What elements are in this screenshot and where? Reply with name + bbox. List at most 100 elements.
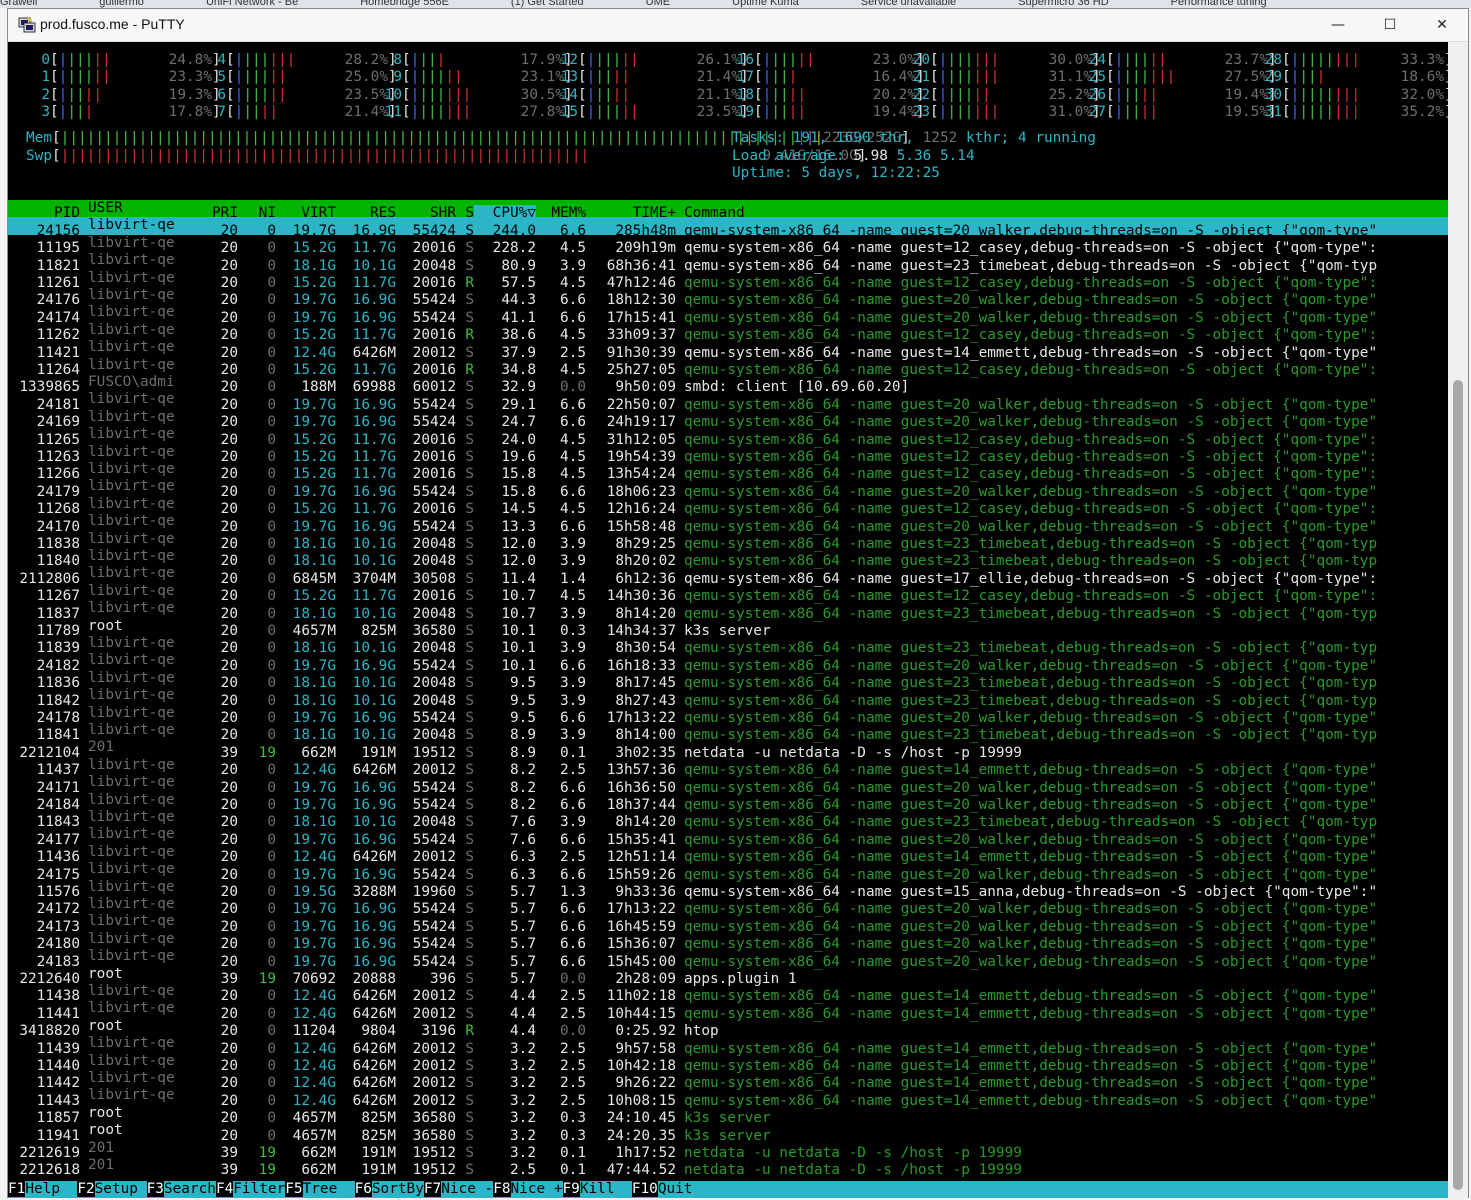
- table-row[interactable]: 24169 libvirt-qe 20 0 19.7G 16.9G 55424 S 24.7 6.…: [8, 409, 1448, 430]
- table-row[interactable]: 11576 libvirt-qe 20 0 19.5G 3288M 19960 S 5.7 1.3…: [8, 879, 1448, 900]
- table-row[interactable]: 11268 libvirt-qe 20 0 15.2G 11.7G 20016 S 14.5 4.…: [8, 496, 1448, 517]
- table-row[interactable]: 2212640 root 39 19 70692 20888 396 S 5.7 0.0 2h28:…: [8, 966, 1448, 987]
- title-bar[interactable]: prod.fusco.me - PuTTY — ☐ ✕: [8, 9, 1468, 42]
- table-row[interactable]: 24177 libvirt-qe 20 0 19.7G 16.9G 55424 S 7.6 6.6…: [8, 826, 1448, 847]
- close-button[interactable]: ✕: [1416, 9, 1468, 41]
- table-row[interactable]: 3418820 root 20 0 11204 9804 3196 R 4.4 0.0 0:25.9…: [8, 1018, 1448, 1039]
- table-row[interactable]: 11843 libvirt-qe 20 0 18.1G 10.1G 20048 S 7.6 3.9…: [8, 809, 1448, 830]
- bookmark-item[interactable]: Uptime Kuma: [732, 0, 799, 8]
- fkey-f4[interactable]: F4: [215, 1181, 234, 1197]
- table-row[interactable]: 24179 libvirt-qe 20 0 19.7G 16.9G 55424 S 15.8 6.…: [8, 478, 1448, 499]
- table-row[interactable]: 24178 libvirt-qe 20 0 19.7G 16.9G 55424 S 9.5 6.6…: [8, 704, 1448, 726]
- table-row[interactable]: 24181 libvirt-qe 20 0 19.7G 16.9G 55424 S 29.1 6.…: [8, 391, 1448, 412]
- fkey-label[interactable]: Nice -: [441, 1181, 493, 1197]
- table-row[interactable]: 11264 libvirt-qe 20 0 15.2G 11.7G 20016 R 34.8 4.…: [8, 357, 1448, 378]
- table-row[interactable]: 24183 libvirt-qe 20 0 19.7G 16.9G 55424 S 5.7 6.6…: [8, 948, 1448, 969]
- table-row[interactable]: 24170 libvirt-qe 20 0 19.7G 16.9G 55424 S 13.3 6.…: [8, 513, 1448, 534]
- table-row[interactable]: 2212618 201 39 19 662M 191M 19512 S 2.5 0.1 47:44.…: [8, 1157, 1448, 1178]
- scrollbar[interactable]: [1448, 42, 1468, 1198]
- table-row[interactable]: 11443 libvirt-qe 20 0 12.4G 6426M 20012 S 3.2 2.5…: [8, 1087, 1448, 1108]
- process-table-header[interactable]: PID USER PRI NI VIRT RES SHR S CPU%▽ MEM% TIME+ Com…: [8, 200, 1448, 223]
- table-row[interactable]: 11838 libvirt-qe 20 0 18.1G 10.1G 20048 S 12.0 3.…: [8, 531, 1448, 552]
- fkey-f7[interactable]: F7: [423, 1181, 442, 1197]
- table-row[interactable]: 11789 root 20 0 4657M 825M 36580 S 10.1 0.3 14h34:…: [8, 618, 1448, 639]
- fkey-label[interactable]: Setup: [95, 1181, 147, 1197]
- table-row[interactable]: 11839 libvirt-qe 20 0 18.1G 10.1G 20048 S 10.1 3.…: [8, 635, 1448, 656]
- terminal-area[interactable]: 0[|||||| 24.8%] 1[|||||| 23.3%] 2[||||| 19.3%…: [8, 42, 1448, 1198]
- table-row[interactable]: 2212619 201 39 19 662M 191M 19512 S 3.2 0.1 1h17:5…: [8, 1140, 1448, 1161]
- table-row[interactable]: 2212104 201 39 19 662M 191M 19512 S 8.9 0.1 3h02:3…: [8, 739, 1448, 760]
- table-row[interactable]: 11436 libvirt-qe 20 0 12.4G 6426M 20012 S 6.3 2.5…: [8, 844, 1448, 865]
- table-row[interactable]: 11941 root 20 0 4657M 825M 36580 S 3.2 0.3 24:20.3…: [8, 1122, 1448, 1143]
- cell-user: libvirt-qe: [88, 391, 175, 408]
- fkey-label[interactable]: Kill: [580, 1181, 632, 1197]
- fkey-label[interactable]: Nice +: [511, 1181, 563, 1197]
- table-row[interactable]: 24156 libvirt-qe 20 0 19.7G 16.9G 55424 S 244.0 6…: [8, 217, 1448, 239]
- cell-user: libvirt-qe: [88, 704, 175, 721]
- scrollbar-thumb[interactable]: [1453, 380, 1463, 1190]
- table-row[interactable]: 24184 libvirt-qe 20 0 19.7G 16.9G 55424 S 8.2 6.6…: [8, 792, 1448, 813]
- table-row[interactable]: 11262 libvirt-qe 20 0 15.2G 11.7G 20016 R 38.6 4.…: [8, 322, 1448, 343]
- table-row[interactable]: 1339865 FUSCO\admi 20 0 188M 69988 60012 S 32.9 0…: [8, 374, 1448, 395]
- fkey-label[interactable]: Tree: [303, 1181, 355, 1197]
- fkey-f3[interactable]: F3: [146, 1181, 164, 1197]
- table-row[interactable]: 11267 libvirt-qe 20 0 15.2G 11.7G 20016 S 10.7 4.…: [8, 583, 1448, 604]
- fkey-label[interactable]: SortBy: [372, 1181, 424, 1197]
- fkey-f6[interactable]: F6: [354, 1181, 372, 1197]
- fkey-f5[interactable]: F5: [285, 1181, 303, 1197]
- table-row[interactable]: 24182 libvirt-qe 20 0 19.7G 16.9G 55424 S 10.1 6.…: [8, 652, 1448, 673]
- table-row[interactable]: 11266 libvirt-qe 20 0 15.2G 11.7G 20016 S 15.8 4.…: [8, 461, 1448, 482]
- fkey-label[interactable]: Filter: [233, 1181, 285, 1197]
- table-row[interactable]: 11840 libvirt-qe 20 0 18.1G 10.1G 20048 S 12.0 3.…: [8, 548, 1448, 569]
- table-row[interactable]: 11437 libvirt-qe 20 0 12.4G 6426M 20012 S 8.2 2.5…: [8, 757, 1448, 778]
- table-row[interactable]: 24175 libvirt-qe 20 0 19.7G 16.9G 55424 S 6.3 6.6…: [8, 861, 1448, 882]
- table-row[interactable]: 11438 libvirt-qe 20 0 12.4G 6426M 20012 S 4.4 2.5…: [8, 983, 1448, 1004]
- table-row[interactable]: 24176 libvirt-qe 20 0 19.7G 16.9G 55424 S 44.3 6.…: [8, 287, 1448, 308]
- cpu-meter: 29[||||18.6%]: [1264, 69, 1448, 86]
- table-row[interactable]: 24174 libvirt-qe 20 0 19.7G 16.9G 55424 S 41.1 6.…: [8, 304, 1448, 325]
- table-row[interactable]: 11261 libvirt-qe 20 0 15.2G 11.7G 20016 R 57.5 4.…: [8, 270, 1448, 291]
- table-row[interactable]: 11263 libvirt-qe 20 0 15.2G 11.7G 20016 S 19.6 4.…: [8, 444, 1448, 465]
- bookmark-item[interactable]: guillermo: [99, 0, 144, 8]
- bookmark-item[interactable]: Supermicro 36 HD: [1018, 0, 1108, 8]
- table-row[interactable]: 11836 libvirt-qe 20 0 18.1G 10.1G 20048 S 9.5 3.9…: [8, 670, 1448, 691]
- table-row[interactable]: 11265 libvirt-qe 20 0 15.2G 11.7G 20016 S 24.0 4.…: [8, 426, 1448, 447]
- cell-cpu: 2.5: [510, 1162, 536, 1179]
- fkey-f10[interactable]: F10: [631, 1181, 658, 1197]
- cell-user: libvirt-qe: [88, 635, 175, 651]
- fkey-f8[interactable]: F8: [493, 1181, 511, 1197]
- fkey-label[interactable]: Quit: [658, 1181, 693, 1197]
- table-row[interactable]: 11442 libvirt-qe 20 0 12.4G 6426M 20012 S 3.2 2.5…: [8, 1070, 1448, 1091]
- table-row[interactable]: 11439 libvirt-qe 20 0 12.4G 6426M 20012 S 3.2 2.5…: [8, 1035, 1448, 1056]
- table-row[interactable]: 11441 libvirt-qe 20 0 12.4G 6426M 20012 S 4.4 2.5…: [8, 1000, 1448, 1021]
- table-row[interactable]: 11837 libvirt-qe 20 0 18.1G 10.1G 20048 S 10.7 3.…: [8, 600, 1448, 621]
- table-row[interactable]: 24180 libvirt-qe 20 0 19.7G 16.9G 55424 S 5.7 6.6…: [8, 931, 1448, 952]
- bookmark-item[interactable]: UniFi Network - Be: [206, 0, 298, 8]
- fkey-label[interactable]: Search: [164, 1181, 216, 1197]
- bookmark-item[interactable]: UME: [646, 0, 670, 8]
- maximize-button[interactable]: ☐: [1364, 9, 1416, 41]
- fkey-f1[interactable]: F1: [8, 1181, 26, 1197]
- bookmark-item[interactable]: (1) Get Started: [511, 0, 584, 8]
- table-row[interactable]: 11857 root 20 0 4657M 825M 36580 S 3.2 0.3 24:10.4…: [8, 1105, 1448, 1126]
- table-row[interactable]: 24172 libvirt-qe 20 0 19.7G 16.9G 55424 S 5.7 6.6…: [8, 896, 1448, 917]
- bookmark-item[interactable]: Service unavailable: [861, 0, 956, 8]
- fkey-label[interactable]: Help: [25, 1181, 77, 1197]
- table-row[interactable]: 24173 libvirt-qe 20 0 19.7G 16.9G 55424 S 5.7 6.6…: [8, 913, 1448, 934]
- table-row[interactable]: 11440 libvirt-qe 20 0 12.4G 6426M 20012 S 3.2 2.5…: [8, 1053, 1448, 1074]
- table-row[interactable]: 11421 libvirt-qe 20 0 12.4G 6426M 20012 S 37.9 2.…: [8, 339, 1448, 360]
- bookmark-item[interactable]: Homebridge 556E: [360, 0, 449, 8]
- table-row[interactable]: 11842 libvirt-qe 20 0 18.1G 10.1G 20048 S 9.5 3.9…: [8, 687, 1448, 708]
- table-row[interactable]: 11195 libvirt-qe 20 0 15.2G 11.7G 20016 S 228.2 4…: [8, 235, 1448, 256]
- bookmark-item[interactable]: Performance tuning: [1171, 0, 1267, 8]
- minimize-button[interactable]: —: [1312, 9, 1364, 41]
- col-user[interactable]: USER: [80, 200, 188, 217]
- table-row[interactable]: 24171 libvirt-qe 20 0 19.7G 16.9G 55424 S 8.2 6.6…: [8, 774, 1448, 795]
- fkey-f9[interactable]: F9: [562, 1181, 580, 1197]
- table-row[interactable]: 11841 libvirt-qe 20 0 18.1G 10.1G 20048 S 8.9 3.9…: [8, 722, 1448, 743]
- cpu-meter: 14[||||| 21.1%]: [560, 86, 749, 103]
- table-row[interactable]: 11821 libvirt-qe 20 0 18.1G 10.1G 20048 S 80.9 3.…: [8, 252, 1448, 273]
- table-row[interactable]: 2112806 libvirt-qe 20 0 6845M 3704M 30508 S 11.4…: [8, 565, 1448, 586]
- bookmark-item[interactable]: Grawell: [0, 0, 37, 8]
- fkey-f2[interactable]: F2: [77, 1181, 95, 1197]
